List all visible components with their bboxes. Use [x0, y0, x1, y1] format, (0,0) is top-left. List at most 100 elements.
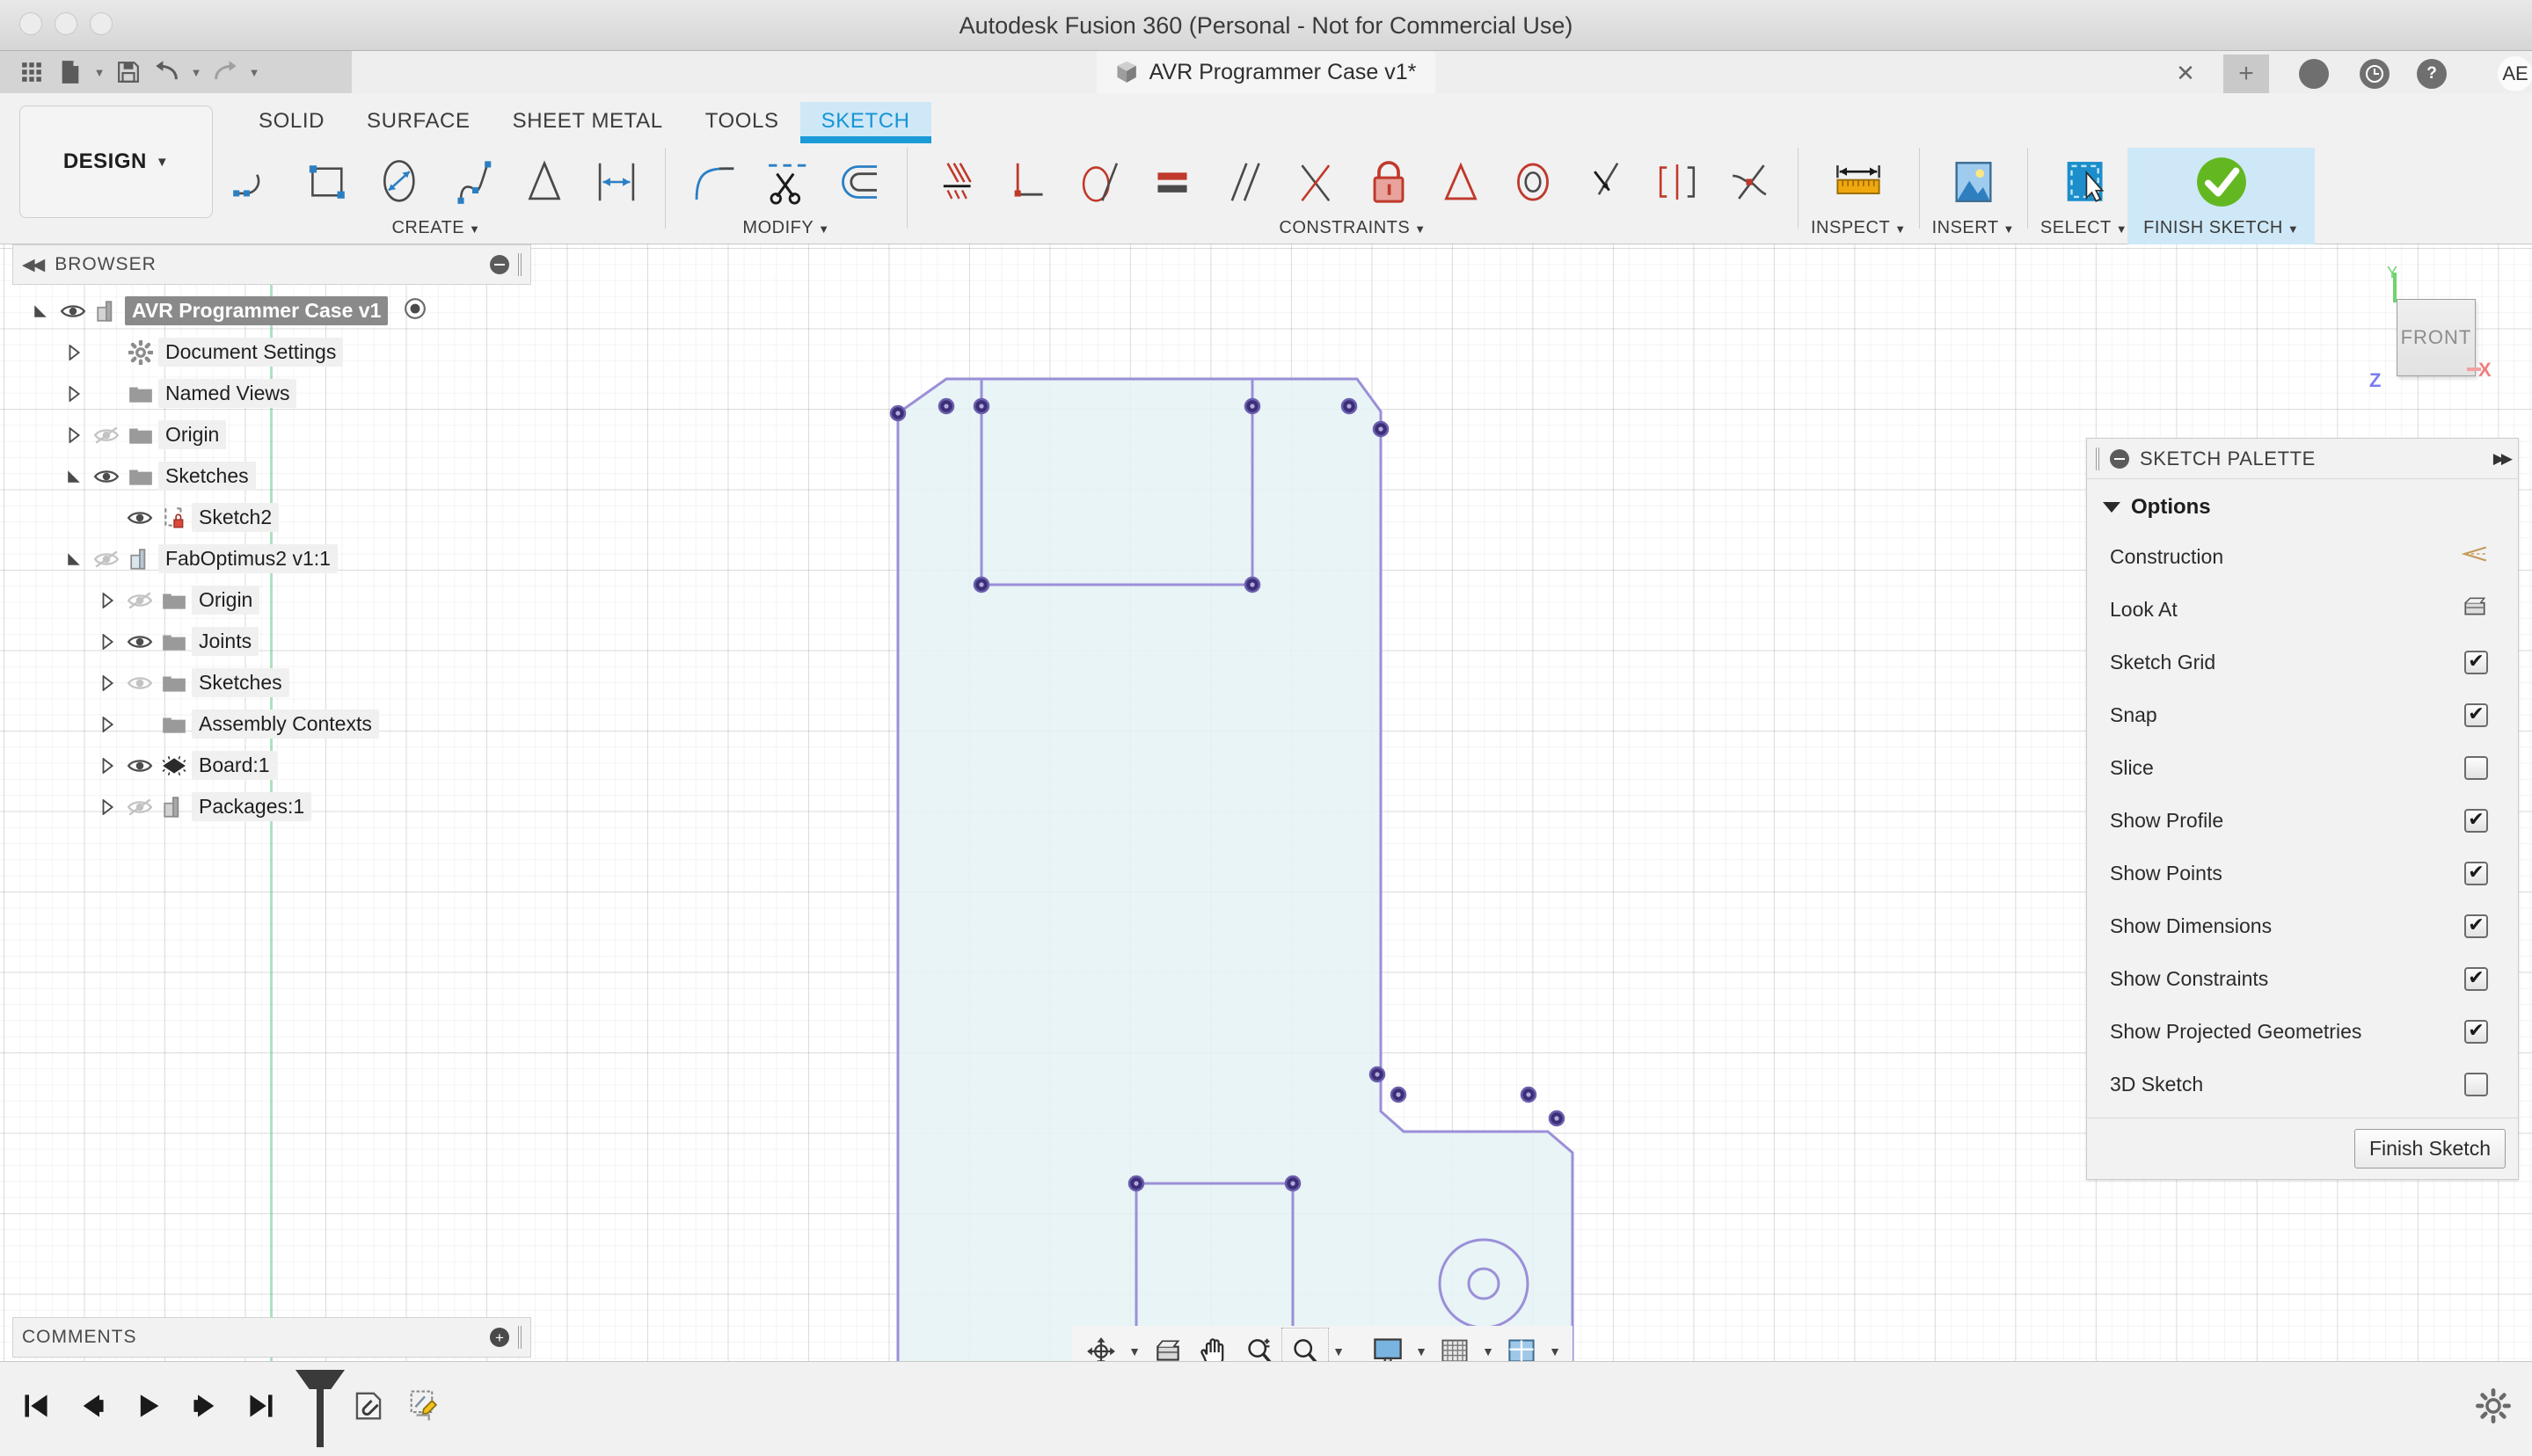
palette-row-show-projected-geometries[interactable]: Show Projected Geometries: [2087, 1005, 2518, 1058]
ribbon-group-label-create[interactable]: CREATE ▼: [391, 218, 480, 238]
add-comment-icon[interactable]: +: [490, 1328, 509, 1347]
visibility-eye-icon[interactable]: [123, 591, 157, 610]
trim-scissors-icon[interactable]: [750, 148, 822, 216]
expander-open-icon[interactable]: [25, 303, 56, 319]
tab-solid[interactable]: SOLID: [237, 102, 346, 141]
expander-closed-icon[interactable]: [91, 592, 123, 608]
ribbon-group-label-finish-sketch[interactable]: FINISH SKETCH ▼: [2143, 218, 2299, 238]
measure-ruler-icon[interactable]: [1822, 148, 1894, 216]
undo-icon[interactable]: [148, 55, 186, 90]
visibility-eye-icon[interactable]: [56, 302, 90, 321]
panel-grip-icon[interactable]: [2096, 447, 2099, 470]
coincident-icon[interactable]: [1569, 148, 1641, 216]
collinear-icon[interactable]: [1281, 148, 1353, 216]
expander-closed-icon[interactable]: [58, 344, 90, 360]
parallel-icon[interactable]: [1208, 148, 1281, 216]
visibility-eye-icon[interactable]: [123, 632, 157, 652]
visibility-eye-icon[interactable]: [123, 508, 157, 528]
visibility-eye-icon[interactable]: [123, 673, 157, 693]
insert-image-icon[interactable]: [1937, 148, 2010, 216]
expander-closed-icon[interactable]: [91, 674, 123, 691]
sketch-rectangle-icon[interactable]: [292, 148, 364, 216]
browser-item-joints[interactable]: Joints: [12, 621, 531, 662]
go-to-end-icon[interactable]: [241, 1381, 281, 1431]
checkbox-unchecked[interactable]: [2464, 1072, 2488, 1096]
gear-icon[interactable]: [2472, 1385, 2514, 1427]
look-at-icon[interactable]: [2462, 595, 2488, 623]
activate-component-radio[interactable]: [404, 297, 427, 325]
checkbox-unchecked[interactable]: [2464, 755, 2488, 780]
sketch-ellipse-icon[interactable]: [364, 148, 436, 216]
green-check-icon[interactable]: [2185, 148, 2258, 216]
ribbon-group-label-insert[interactable]: INSERT ▼: [1932, 218, 2015, 238]
palette-row-construction[interactable]: Construction: [2087, 530, 2518, 583]
ribbon-group-label-inspect[interactable]: INSPECT ▼: [1811, 218, 1907, 238]
palette-row-slice[interactable]: Slice: [2087, 741, 2518, 794]
attachment-icon[interactable]: [348, 1381, 389, 1431]
palette-row-3d-sketch[interactable]: 3D Sketch: [2087, 1058, 2518, 1110]
comments-panel[interactable]: COMMENTS +: [12, 1317, 531, 1358]
browser-item-named-views[interactable]: Named Views: [12, 373, 531, 414]
tab-surface[interactable]: SURFACE: [346, 102, 492, 141]
visibility-eye-icon[interactable]: [90, 467, 123, 486]
timeline-marker-line[interactable]: [317, 1373, 324, 1447]
browser-item-faboptimus2-v1-1[interactable]: FabOptimus2 v1:1: [12, 538, 531, 579]
horizontal-vertical-icon[interactable]: [920, 148, 992, 216]
options-section-header[interactable]: Options: [2087, 488, 2518, 530]
checkbox-checked[interactable]: [2464, 1019, 2488, 1044]
document-tab[interactable]: AVR Programmer Case v1*: [1096, 51, 1436, 93]
step-back-icon[interactable]: [72, 1381, 113, 1431]
construction-icon[interactable]: [2461, 542, 2488, 571]
go-to-beginning-icon[interactable]: [16, 1381, 56, 1431]
finish-sketch-button[interactable]: Finish Sketch: [2353, 1129, 2506, 1168]
expander-open-icon[interactable]: [58, 469, 90, 484]
symmetry-icon[interactable]: [1641, 148, 1713, 216]
select-window-icon[interactable]: [2048, 148, 2120, 216]
redo-icon[interactable]: [206, 55, 244, 90]
browser-item-assembly-contexts[interactable]: Assembly Contexts: [12, 703, 531, 745]
tangent-icon[interactable]: [1064, 148, 1136, 216]
visibility-eye-icon[interactable]: [123, 756, 157, 775]
panel-grip-icon[interactable]: [518, 1326, 522, 1349]
offset-icon[interactable]: [822, 148, 894, 216]
ribbon-group-label-modify[interactable]: MODIFY ▼: [742, 218, 829, 238]
expand-right-icon[interactable]: ▶▶: [2493, 450, 2513, 468]
new-document-icon[interactable]: [51, 55, 90, 90]
job-status-icon[interactable]: [2299, 59, 2329, 89]
grid-apps-icon[interactable]: [12, 55, 51, 90]
new-tab-button[interactable]: +: [2223, 55, 2269, 93]
checkbox-checked[interactable]: [2464, 650, 2488, 674]
expander-closed-icon[interactable]: [91, 633, 123, 650]
step-forward-icon[interactable]: [185, 1381, 225, 1431]
browser-minimize-icon[interactable]: [490, 255, 509, 274]
save-icon[interactable]: [109, 55, 148, 90]
checkbox-checked[interactable]: [2464, 861, 2488, 885]
checkbox-checked[interactable]: [2464, 914, 2488, 938]
browser-item-board-1[interactable]: Board:1: [12, 745, 531, 786]
recent-icon[interactable]: [2360, 59, 2390, 89]
collapse-left-icon[interactable]: ◀◀: [22, 255, 45, 275]
palette-row-look-at[interactable]: Look At: [2087, 583, 2518, 636]
new-document-caret-icon[interactable]: ▼: [90, 55, 109, 90]
palette-row-show-profile[interactable]: Show Profile: [2087, 794, 2518, 847]
browser-header[interactable]: ◀◀ BROWSER: [12, 244, 531, 285]
browser-item-origin[interactable]: Origin: [12, 579, 531, 621]
play-icon[interactable]: [128, 1381, 169, 1431]
expander-open-icon[interactable]: [58, 551, 90, 567]
equal-icon[interactable]: [1136, 148, 1208, 216]
visibility-eye-icon[interactable]: [90, 426, 123, 445]
checkbox-checked[interactable]: [2464, 966, 2488, 991]
palette-row-show-points[interactable]: Show Points: [2087, 847, 2518, 899]
ribbon-group-finish-sketch[interactable]: FINISH SKETCH ▼: [2127, 148, 2316, 244]
browser-item-avr-programmer-case-v1[interactable]: AVR Programmer Case v1: [12, 290, 531, 331]
palette-minimize-icon[interactable]: [2110, 448, 2129, 469]
sketch-profile-fill[interactable]: [896, 377, 1574, 1361]
visibility-eye-icon[interactable]: [90, 550, 123, 569]
perpendicular-icon[interactable]: [992, 148, 1064, 216]
sketch-palette-header[interactable]: SKETCH PALETTE ▶▶: [2087, 439, 2518, 479]
curvature-icon[interactable]: [1713, 148, 1785, 216]
expander-closed-icon[interactable]: [91, 757, 123, 774]
close-icon[interactable]: ✕: [2172, 60, 2199, 86]
palette-row-snap[interactable]: Snap: [2087, 688, 2518, 741]
midpoint-icon[interactable]: [1425, 148, 1497, 216]
